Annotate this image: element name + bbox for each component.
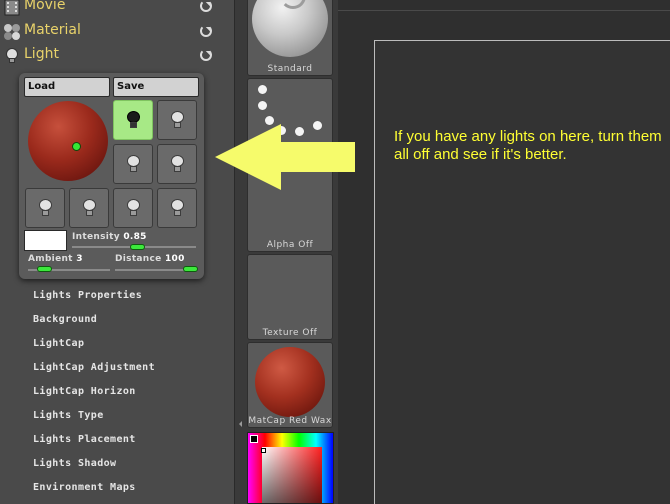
light-placement-sphere[interactable] <box>28 101 108 181</box>
light-slot-1[interactable] <box>113 100 153 140</box>
light-palette-header[interactable]: Light <box>0 45 234 67</box>
tutorial-annotation: If you have any lights on here, turn the… <box>394 128 662 163</box>
color-picker-saturation-area[interactable] <box>262 447 322 503</box>
refresh-icon[interactable] <box>200 25 212 37</box>
menu-item-lightcap-adjustment[interactable]: LightCap Adjustment <box>33 362 155 373</box>
material-strip: Standard Alpha Off Texture Off MatCap Re… <box>242 0 338 504</box>
light-slot-8[interactable] <box>157 188 197 228</box>
lightbulb-icon <box>83 199 96 218</box>
distance-value: 100 <box>164 254 185 264</box>
distance-slider-handle[interactable] <box>183 266 198 272</box>
light-slot-6[interactable] <box>69 188 109 228</box>
color-picker-main-swatch[interactable] <box>250 435 258 443</box>
lightbulb-icon <box>6 48 18 63</box>
annotation-arrow-icon <box>215 124 355 190</box>
light-settings-panel: Load Save Intensity 0.85 Ambient 3 Dista… <box>19 73 204 279</box>
distance-label: Distance <box>115 254 162 264</box>
menu-item-lights-shadow[interactable]: Lights Shadow <box>33 458 116 469</box>
lightbulb-icon <box>39 199 52 218</box>
ambient-slider-handle[interactable] <box>37 266 52 272</box>
distance-slider-label: Distance 100 <box>115 254 185 264</box>
color-picker-cursor[interactable] <box>261 448 266 453</box>
lightbulb-icon <box>171 155 184 174</box>
light-slot-2[interactable] <box>157 100 197 140</box>
movie-palette-header[interactable]: Movie <box>0 0 234 18</box>
ambient-label: Ambient <box>28 254 73 264</box>
refresh-icon[interactable] <box>200 49 212 61</box>
load-button[interactable]: Load <box>24 77 110 97</box>
ambient-slider-label: Ambient 3 <box>28 254 83 264</box>
light-color-swatch[interactable] <box>24 230 67 251</box>
refresh-icon[interactable] <box>200 0 212 12</box>
light-slot-4[interactable] <box>157 144 197 184</box>
tool-palette: Movie Material Light Load Save Intensity… <box>0 0 234 504</box>
menu-item-lights-placement[interactable]: Lights Placement <box>33 434 136 445</box>
lightbulb-icon <box>171 111 184 130</box>
lightbulb-icon <box>127 199 140 218</box>
intensity-label: Intensity <box>72 232 120 242</box>
material-thumbnail-label: Standard <box>267 64 313 74</box>
save-button[interactable]: Save <box>113 77 199 97</box>
color-picker[interactable] <box>247 432 334 504</box>
ambient-value: 3 <box>76 254 83 264</box>
lightbulb-icon <box>127 111 140 130</box>
alpha-dot <box>258 85 267 94</box>
material-label: Material <box>24 22 81 38</box>
texture-thumbnail-label: Texture Off <box>262 328 318 338</box>
matcap-thumbnail[interactable]: MatCap Red Wax <box>247 342 333 428</box>
texture-thumbnail[interactable]: Texture Off <box>247 254 333 340</box>
light-slot-7[interactable] <box>113 188 153 228</box>
menu-item-lightcap-horizon[interactable]: LightCap Horizon <box>33 386 136 397</box>
light-position-handle[interactable] <box>72 142 81 151</box>
matcap-thumbnail-label: MatCap Red Wax <box>248 416 332 426</box>
material-palette-header[interactable]: Material <box>0 21 234 43</box>
lightbulb-icon <box>127 155 140 174</box>
menu-item-lightcap[interactable]: LightCap <box>33 338 84 349</box>
intensity-slider-handle[interactable] <box>130 244 145 250</box>
menu-item-background[interactable]: Background <box>33 314 97 325</box>
film-icon <box>4 0 20 16</box>
light-slot-3[interactable] <box>113 144 153 184</box>
intensity-value: 0.85 <box>123 232 147 242</box>
document-canvas[interactable] <box>374 40 670 504</box>
lightbulb-icon <box>171 199 184 218</box>
material-thumbnail[interactable]: Standard <box>247 0 333 76</box>
alpha-thumbnail-label: Alpha Off <box>266 240 314 250</box>
menu-item-environment-maps[interactable]: Environment Maps <box>33 482 136 493</box>
light-slot-5[interactable] <box>25 188 65 228</box>
standard-material-ball <box>252 0 328 57</box>
menu-item-lights-properties[interactable]: Lights Properties <box>33 290 142 301</box>
movie-label: Movie <box>24 0 66 13</box>
menu-item-lights-type[interactable]: Lights Type <box>33 410 104 421</box>
material-spheres-icon <box>4 24 20 40</box>
matcap-red-wax-ball <box>255 347 325 417</box>
intensity-slider-label: Intensity 0.85 <box>72 232 147 242</box>
alpha-dot <box>258 101 267 110</box>
light-label: Light <box>24 46 59 62</box>
